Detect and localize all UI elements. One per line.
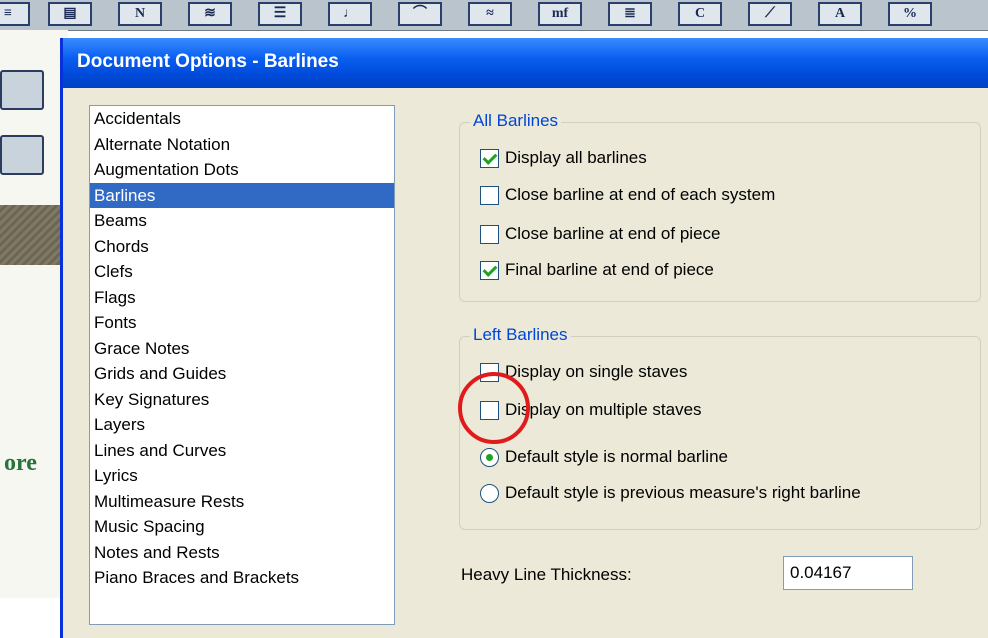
- option-label: Display on single staves: [505, 362, 688, 381]
- close-barline-system-option[interactable]: Close barline at end of each system: [480, 183, 775, 207]
- list-item[interactable]: Fonts: [90, 310, 394, 336]
- curve-tool-icon[interactable]: ⌒: [398, 2, 442, 26]
- dialog-titlebar[interactable]: Document Options - Barlines: [63, 38, 988, 88]
- previous-measure-barline-radio[interactable]: [480, 483, 499, 503]
- display-all-barlines-option[interactable]: Display all barlines: [480, 146, 647, 170]
- palette-button[interactable]: [0, 135, 44, 175]
- all-barlines-group: All Barlines Display all barlines Close …: [459, 111, 981, 302]
- list-item[interactable]: Grids and Guides: [90, 361, 394, 387]
- list-tool-icon[interactable]: ≡: [0, 2, 30, 26]
- list-item[interactable]: Grace Notes: [90, 336, 394, 362]
- all-barlines-label: All Barlines: [470, 111, 562, 131]
- page-layout-icon[interactable]: ▤: [48, 2, 92, 26]
- display-all-barlines-checkbox[interactable]: [480, 148, 499, 168]
- articulation-tool-icon[interactable]: ≈: [468, 2, 512, 26]
- staff-tool-icon[interactable]: ☰: [258, 2, 302, 26]
- note-tool-icon[interactable]: ♩: [328, 2, 372, 26]
- heavy-line-thickness-label: Heavy Line Thickness:: [461, 565, 632, 584]
- list-item[interactable]: Flags: [90, 285, 394, 311]
- option-label: Final barline at end of piece: [505, 260, 714, 279]
- list-item[interactable]: Key Signatures: [90, 387, 394, 413]
- list-item[interactable]: Lyrics: [90, 463, 394, 489]
- list-item[interactable]: Piano Braces and Brackets: [90, 565, 394, 591]
- left-barlines-group: Left Barlines Display on single staves D…: [459, 325, 981, 530]
- dialog-title: Document Options - Barlines: [77, 51, 339, 72]
- close-barline-piece-checkbox[interactable]: [480, 224, 499, 244]
- list-item[interactable]: Notes and Rests: [90, 540, 394, 566]
- list-item[interactable]: Lines and Curves: [90, 438, 394, 464]
- heavy-line-thickness-input[interactable]: [783, 556, 913, 590]
- expression-tool-icon[interactable]: ≋: [188, 2, 232, 26]
- final-barline-checkbox[interactable]: [480, 260, 499, 280]
- palette-button[interactable]: [0, 70, 44, 110]
- normal-barline-option[interactable]: Default style is normal barline: [480, 445, 728, 469]
- list-item-selected[interactable]: Barlines: [90, 182, 394, 208]
- list-item[interactable]: Layers: [90, 412, 394, 438]
- option-label: Default style is normal barline: [505, 447, 728, 466]
- previous-measure-barline-option[interactable]: Default style is previous measure's righ…: [480, 481, 861, 505]
- list-item[interactable]: Accidentals: [90, 106, 394, 132]
- highlight-circle: [458, 372, 530, 444]
- text-tool-icon[interactable]: N: [118, 2, 162, 26]
- background-band: [0, 205, 60, 265]
- list-item[interactable]: Beams: [90, 208, 394, 234]
- normal-barline-radio[interactable]: [480, 447, 499, 467]
- app-toolbar: ≡ ▤ N ≋ ☰ ♩ ⌒ ≈ mf ≣ C ⟋ A %: [0, 0, 988, 31]
- list-item[interactable]: Augmentation Dots: [90, 157, 394, 183]
- option-label: Display on multiple staves: [505, 400, 702, 419]
- final-barline-option[interactable]: Final barline at end of piece: [480, 258, 714, 282]
- list-item[interactable]: Music Spacing: [90, 514, 394, 540]
- category-list[interactable]: Accidentals Alternate Notation Augmentat…: [89, 105, 395, 625]
- list-item[interactable]: Alternate Notation: [90, 132, 394, 158]
- background-text: ore: [4, 450, 37, 476]
- list-item[interactable]: Multimeasure Rests: [90, 489, 394, 515]
- option-label: Display all barlines: [505, 148, 647, 167]
- close-barline-piece-option[interactable]: Close barline at end of piece: [480, 222, 720, 246]
- list-item[interactable]: Chords: [90, 234, 394, 260]
- left-barlines-label: Left Barlines: [470, 325, 571, 345]
- chord-tool-icon[interactable]: C: [678, 2, 722, 26]
- list-item[interactable]: Clefs: [90, 259, 394, 285]
- mf-expression-icon[interactable]: mf: [538, 2, 582, 26]
- document-options-dialog: Document Options - Barlines Accidentals …: [60, 38, 988, 638]
- lyrics-tool-icon[interactable]: A: [818, 2, 862, 26]
- smart-shape-icon[interactable]: ⟋: [748, 2, 792, 26]
- app-left-panel: ore: [0, 30, 68, 598]
- percentage-tool-icon[interactable]: %: [888, 2, 932, 26]
- option-label: Close barline at end of piece: [505, 224, 721, 243]
- option-label: Close barline at end of each system: [505, 185, 776, 204]
- measure-tool-icon[interactable]: ≣: [608, 2, 652, 26]
- option-label: Default style is previous measure's righ…: [505, 483, 861, 502]
- close-barline-system-checkbox[interactable]: [480, 185, 499, 205]
